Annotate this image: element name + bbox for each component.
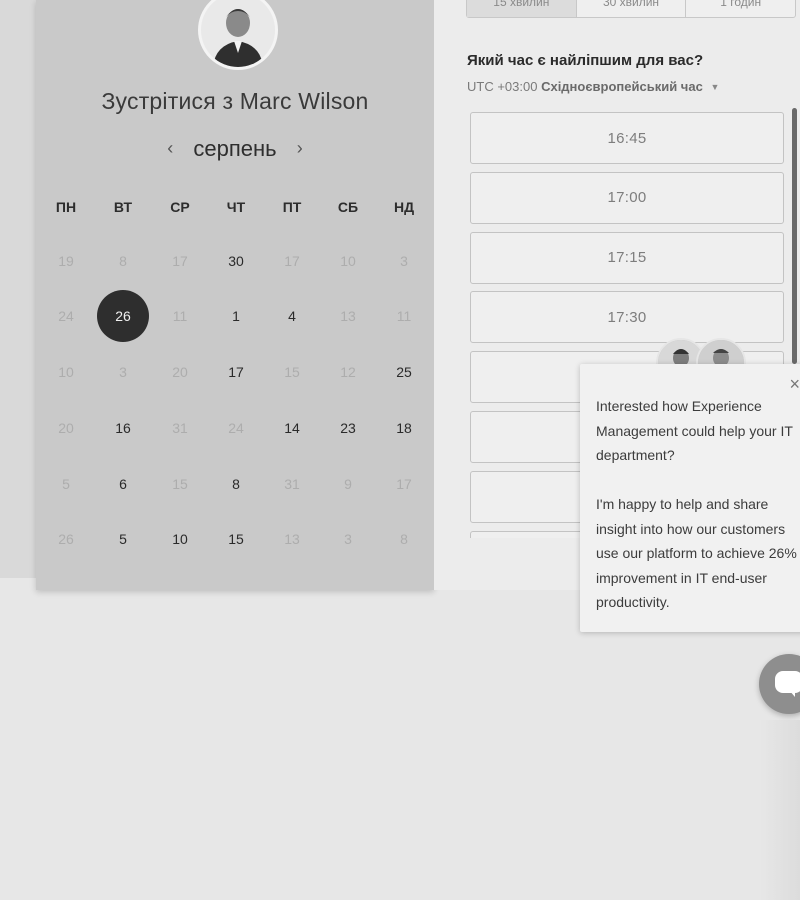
calendar-day: 3 <box>344 531 352 547</box>
calendar-day: 31 <box>172 420 188 436</box>
calendar-day[interactable]: 6 <box>97 458 149 510</box>
calendar-day: 26 <box>58 531 74 547</box>
calendar-day[interactable]: 5 <box>97 513 149 565</box>
time-slot-button[interactable]: 17:00 <box>470 171 784 224</box>
calendar-day: 19 <box>58 253 74 269</box>
calendar-day: 24 <box>58 308 74 324</box>
time-slot-button[interactable]: 16:45 <box>470 112 784 164</box>
timezone-selector[interactable]: UTC +03:00 Східноєвропейський час ▼ <box>467 79 719 94</box>
calendar-day: 10 <box>340 253 356 269</box>
calendar-day: 9 <box>344 476 352 492</box>
calendar-day: 11 <box>172 308 188 324</box>
calendar-day: 31 <box>284 476 300 492</box>
time-slot-button[interactable]: 17:15 <box>470 231 784 284</box>
duration-tab[interactable]: 1 годин <box>686 0 795 17</box>
calendar-day[interactable]: 8 <box>210 458 262 510</box>
selected-day[interactable]: 26 <box>97 290 149 342</box>
background-strip <box>0 0 36 578</box>
duration-tab[interactable]: 15 хвилин <box>467 0 577 17</box>
weekday-header: СБ <box>337 199 359 215</box>
calendar-day: 8 <box>400 531 408 547</box>
calendar-day: 15 <box>172 476 188 492</box>
calendar-day: 15 <box>284 364 300 380</box>
calendar-day[interactable]: 4 <box>266 290 318 342</box>
calendar-day[interactable]: 30 <box>210 235 262 287</box>
chat-message-intro: Interested how Experience Management cou… <box>596 398 793 463</box>
calendar-day[interactable]: 18 <box>378 402 430 454</box>
calendar-day: 10 <box>58 364 74 380</box>
calendar-day[interactable]: 17 <box>210 346 262 398</box>
calendar-day[interactable]: 1 <box>210 290 262 342</box>
caret-down-icon: ▼ <box>710 82 720 92</box>
chat-message-detail: I'm happy to help and share insight into… <box>596 496 797 610</box>
weekday-header: ВТ <box>113 199 133 215</box>
time-question: Який час є найліпшим для вас? <box>467 52 704 69</box>
weekday-header: ПТ <box>282 199 302 215</box>
weekday-header: НД <box>393 199 415 215</box>
calendar-day: 20 <box>172 364 188 380</box>
duration-tabs: 15 хвилин 30 хвилин 1 годин <box>466 0 796 18</box>
weekday-header: ЧТ <box>226 199 246 215</box>
calendar-day[interactable]: 16 <box>97 402 149 454</box>
background-shade <box>760 720 800 900</box>
calendar-day: 20 <box>58 420 74 436</box>
calendar-day: 13 <box>284 531 300 547</box>
timezone-name: Східноєвропейський час <box>541 79 703 94</box>
calendar-day: 12 <box>340 364 356 380</box>
chat-bubble-icon <box>775 671 800 693</box>
calendar-panel: Зустрітися з Marc Wilson ‹ серпень › ПН В… <box>36 0 434 590</box>
weekday-header: СР <box>170 199 190 215</box>
chat-launcher-button[interactable] <box>759 654 800 714</box>
calendar-day: 11 <box>396 308 412 324</box>
calendar-day: 17 <box>284 253 300 269</box>
calendar-day: 3 <box>119 364 127 380</box>
calendar-day: 17 <box>396 476 412 492</box>
timezone-offset: UTC +03:00 <box>467 79 538 94</box>
close-icon[interactable]: × <box>789 374 800 395</box>
calendar-day: 17 <box>172 253 188 269</box>
calendar-day: 3 <box>400 253 408 269</box>
calendar-day: 13 <box>340 308 356 324</box>
slot-list-scrollbar[interactable] <box>792 108 797 364</box>
time-slot-button[interactable]: 17:30 <box>470 291 784 344</box>
duration-tab[interactable]: 30 хвилин <box>577 0 687 17</box>
chat-popup: × Interested how Experience Management c… <box>580 364 800 632</box>
calendar-day: 8 <box>119 253 127 269</box>
calendar-day: 5 <box>62 476 70 492</box>
calendar-day[interactable]: 10 <box>154 513 206 565</box>
calendar-grid: ПН ВТ СР ЧТ ПТ СБ НД 19 8 17 30 17 10 3 24 26 11 1 4 13 11 10… <box>36 0 434 590</box>
weekday-header: ПН <box>55 199 77 215</box>
calendar-day: 24 <box>228 420 244 436</box>
calendar-day[interactable]: 25 <box>378 346 430 398</box>
calendar-day[interactable]: 14 <box>266 402 318 454</box>
calendar-day[interactable]: 23 <box>322 402 374 454</box>
calendar-day[interactable]: 15 <box>210 513 262 565</box>
